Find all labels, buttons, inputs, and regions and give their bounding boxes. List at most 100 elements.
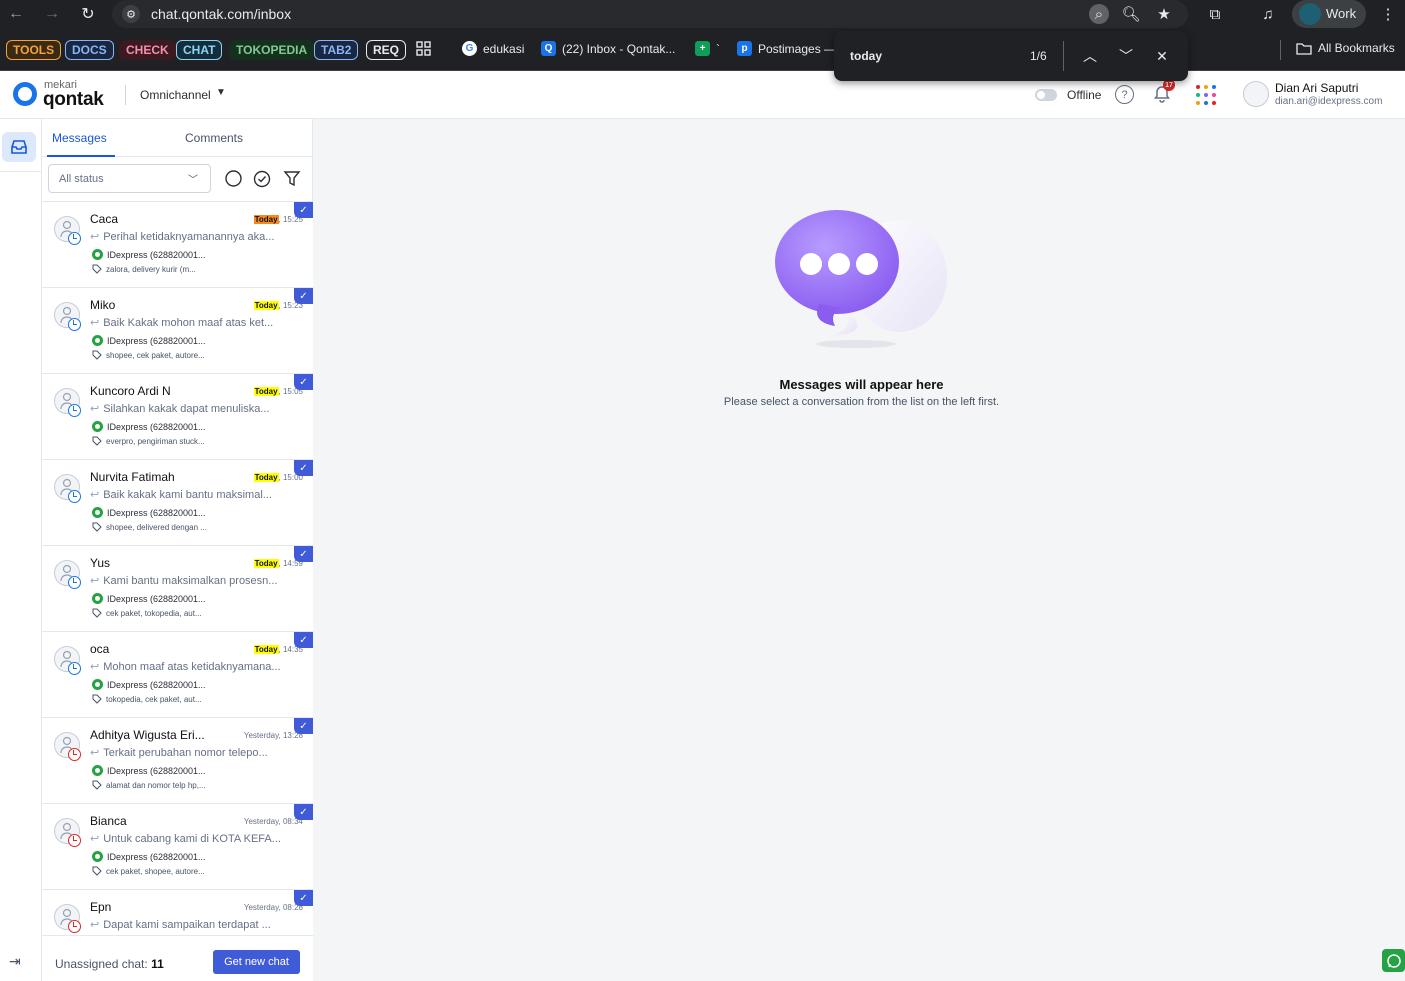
folder-icon <box>1296 42 1312 55</box>
site-info-icon[interactable]: ⚙ <box>122 5 140 23</box>
check-icon[interactable]: ✓ <box>294 288 313 304</box>
address-bar[interactable]: ⚙ chat.qontak.com/inbox ⌕ 🔍︎ ★ <box>112 0 1188 28</box>
bookmark-edukasi[interactable]: G edukasi <box>462 41 524 56</box>
extensions-icon[interactable]: ⧉ <box>1205 4 1225 24</box>
conversation-item[interactable]: Miko Today, 15:23 ✓ ↩ Baik Kakak mohon maaf … <box>42 288 313 374</box>
bookmark-chip[interactable]: CHECK <box>119 40 176 60</box>
conversation-item[interactable]: Yus Today, 14:59 ✓ ↩ Kami bantu maksimalkan … <box>42 546 313 632</box>
forward-icon[interactable]: → <box>42 4 62 24</box>
tag-icon <box>92 694 102 704</box>
channel-select[interactable]: Omnichannel <box>140 88 211 102</box>
app-header: mekari qontak Omnichannel ▼ Offline ? 17… <box>0 71 1405 119</box>
conversation-item[interactable]: Adhitya Wigusta Eri... Yesterday, 13:28 ✓ ↩… <box>42 718 313 804</box>
apps-grid-icon[interactable] <box>416 41 431 56</box>
bookmark-postimages[interactable]: p Postimages — <box>737 41 836 56</box>
zoom-icon[interactable]: 🔍︎ <box>1121 4 1141 24</box>
media-control-icon[interactable]: ♫ <box>1258 4 1278 24</box>
bookmark-chip[interactable]: TOKOPEDIA <box>229 40 315 60</box>
tab-comments[interactable]: Comments <box>185 131 243 145</box>
find-input[interactable]: today <box>850 49 882 63</box>
clock-icon <box>68 490 81 503</box>
bookmark-star-icon[interactable]: ★ <box>1154 4 1174 24</box>
bookmark-chip[interactable]: DOCS <box>65 40 114 60</box>
channel-info: IDexpress (628820001... <box>92 851 206 862</box>
bookmark-label: (22) Inbox - Qontak... <box>562 41 676 56</box>
check-icon[interactable]: ✓ <box>294 460 313 476</box>
message-preview: ↩ Silahkan kakak dapat menuliska... <box>90 402 270 415</box>
find-close-icon[interactable]: ✕ <box>1151 45 1173 67</box>
profile-label: Work <box>1326 6 1357 21</box>
back-icon[interactable]: ← <box>6 4 26 24</box>
conversation-item[interactable]: Epn Yesterday, 08:28 ✓ ↩ Dapat kami sampaika… <box>42 890 313 935</box>
find-in-page-icon[interactable]: ⌕ <box>1089 4 1109 24</box>
clock-icon <box>68 318 81 331</box>
check-icon[interactable]: ✓ <box>294 632 313 648</box>
url-text[interactable]: chat.qontak.com/inbox <box>151 6 291 22</box>
tag-list: tokopedia, cek paket, aut... <box>92 694 202 704</box>
online-toggle[interactable] <box>1035 89 1057 101</box>
caret-down-icon[interactable]: ▼ <box>216 87 226 98</box>
bookmark-sheet[interactable]: + ` <box>695 41 720 56</box>
check-icon[interactable]: ✓ <box>294 374 313 390</box>
whatsapp-float-button[interactable] <box>1382 949 1405 972</box>
tab-messages[interactable]: Messages <box>52 131 107 145</box>
tag-list: shopee, cek paket, autore... <box>92 350 205 360</box>
filter-icon[interactable] <box>282 169 302 189</box>
bookmark-label: edukasi <box>483 41 525 56</box>
time-text: Yesterday, 08:28 <box>243 903 303 912</box>
profile-button[interactable]: Work <box>1292 0 1366 28</box>
clock-icon <box>68 576 81 589</box>
tag-icon <box>92 436 102 446</box>
whatsapp-icon <box>1386 953 1401 968</box>
conversation-item[interactable]: Kuncoro Ardi N Today, 15:05 ✓ ↩ Silahkan kak… <box>42 374 313 460</box>
unassigned-label: Unassigned chat: <box>55 957 148 971</box>
check-circle-icon[interactable] <box>252 169 272 189</box>
bookmark-chip[interactable]: TOOLS <box>6 40 62 60</box>
user-name[interactable]: Dian Ari Saputri <box>1275 81 1358 95</box>
find-prev-icon[interactable]: ︿ <box>1079 45 1101 67</box>
reply-icon: ↩ <box>90 231 100 243</box>
conversation-item[interactable]: Bianca Yesterday, 08:34 ✓ ↩ Untuk cabang kam… <box>42 804 313 890</box>
channel-info: IDexpress (628820001... <box>92 765 206 776</box>
browser-toolbar: ← → ↻ ⚙ chat.qontak.com/inbox ⌕ 🔍︎ ★ ⧉ ♫… <box>0 0 1405 28</box>
status-filter-select[interactable]: All status ﹀ <box>48 164 211 193</box>
check-icon[interactable]: ✓ <box>294 890 313 906</box>
apps-launcher-icon[interactable] <box>1196 85 1216 105</box>
contact-name: Caca <box>90 212 119 226</box>
help-icon[interactable]: ? <box>1115 85 1134 104</box>
bookmark-chip[interactable]: REQ <box>366 40 407 60</box>
get-new-chat-button[interactable]: Get new chat <box>213 950 300 974</box>
conversation-list: Caca Today, 15:25 ✓ ↩ Perihal ketidaknyamana… <box>42 202 313 935</box>
message-text: Silahkan kakak dapat menuliska... <box>103 403 270 415</box>
channel-info: IDexpress (628820001... <box>92 507 206 518</box>
check-icon[interactable]: ✓ <box>294 804 313 820</box>
find-next-icon[interactable]: ﹀ <box>1115 45 1137 67</box>
expand-sidebar-icon[interactable]: ⇥ <box>9 953 21 970</box>
check-icon[interactable]: ✓ <box>294 546 313 562</box>
bookmark-chip[interactable]: TAB2 <box>314 40 359 60</box>
message-preview: ↩ Mohon maaf atas ketidaknyamana... <box>90 660 281 673</box>
all-bookmarks[interactable]: All Bookmarks <box>1296 41 1395 55</box>
user-avatar[interactable] <box>1243 81 1269 107</box>
check-icon[interactable]: ✓ <box>294 202 313 218</box>
check-icon[interactable]: ✓ <box>294 718 313 734</box>
tag-icon <box>92 350 102 360</box>
search-icon[interactable] <box>224 169 244 189</box>
conversation-item[interactable]: oca Today, 14:35 ✓ ↩ Mohon maaf atas ketidak… <box>42 632 313 718</box>
inbox-nav-button[interactable] <box>2 132 36 162</box>
inbox-icon <box>11 140 27 154</box>
whatsapp-icon <box>92 507 103 518</box>
conversation-item[interactable]: Nurvita Fatimah Today, 15:00 ✓ ↩ Baik kakak … <box>42 460 313 546</box>
message-text: Kami bantu maksimalkan prosesn... <box>103 575 278 587</box>
whatsapp-icon <box>92 765 103 776</box>
conversation-panel: Messages Comments All status ﹀ Caca Today… <box>42 119 313 981</box>
reload-icon[interactable]: ↻ <box>78 4 98 24</box>
postimages-icon: p <box>737 41 752 56</box>
more-menu-icon[interactable]: ⋮ <box>1378 4 1398 24</box>
channel-info: IDexpress (628820001... <box>92 679 206 690</box>
unassigned-count: Unassigned chat: 11 <box>55 957 164 971</box>
conversation-item[interactable]: Caca Today, 15:25 ✓ ↩ Perihal ketidaknyamana… <box>42 202 313 288</box>
bookmark-chip[interactable]: CHAT <box>176 40 223 60</box>
bookmark-inbox[interactable]: Q (22) Inbox - Qontak... <box>541 41 675 56</box>
contact-name: oca <box>90 642 110 656</box>
